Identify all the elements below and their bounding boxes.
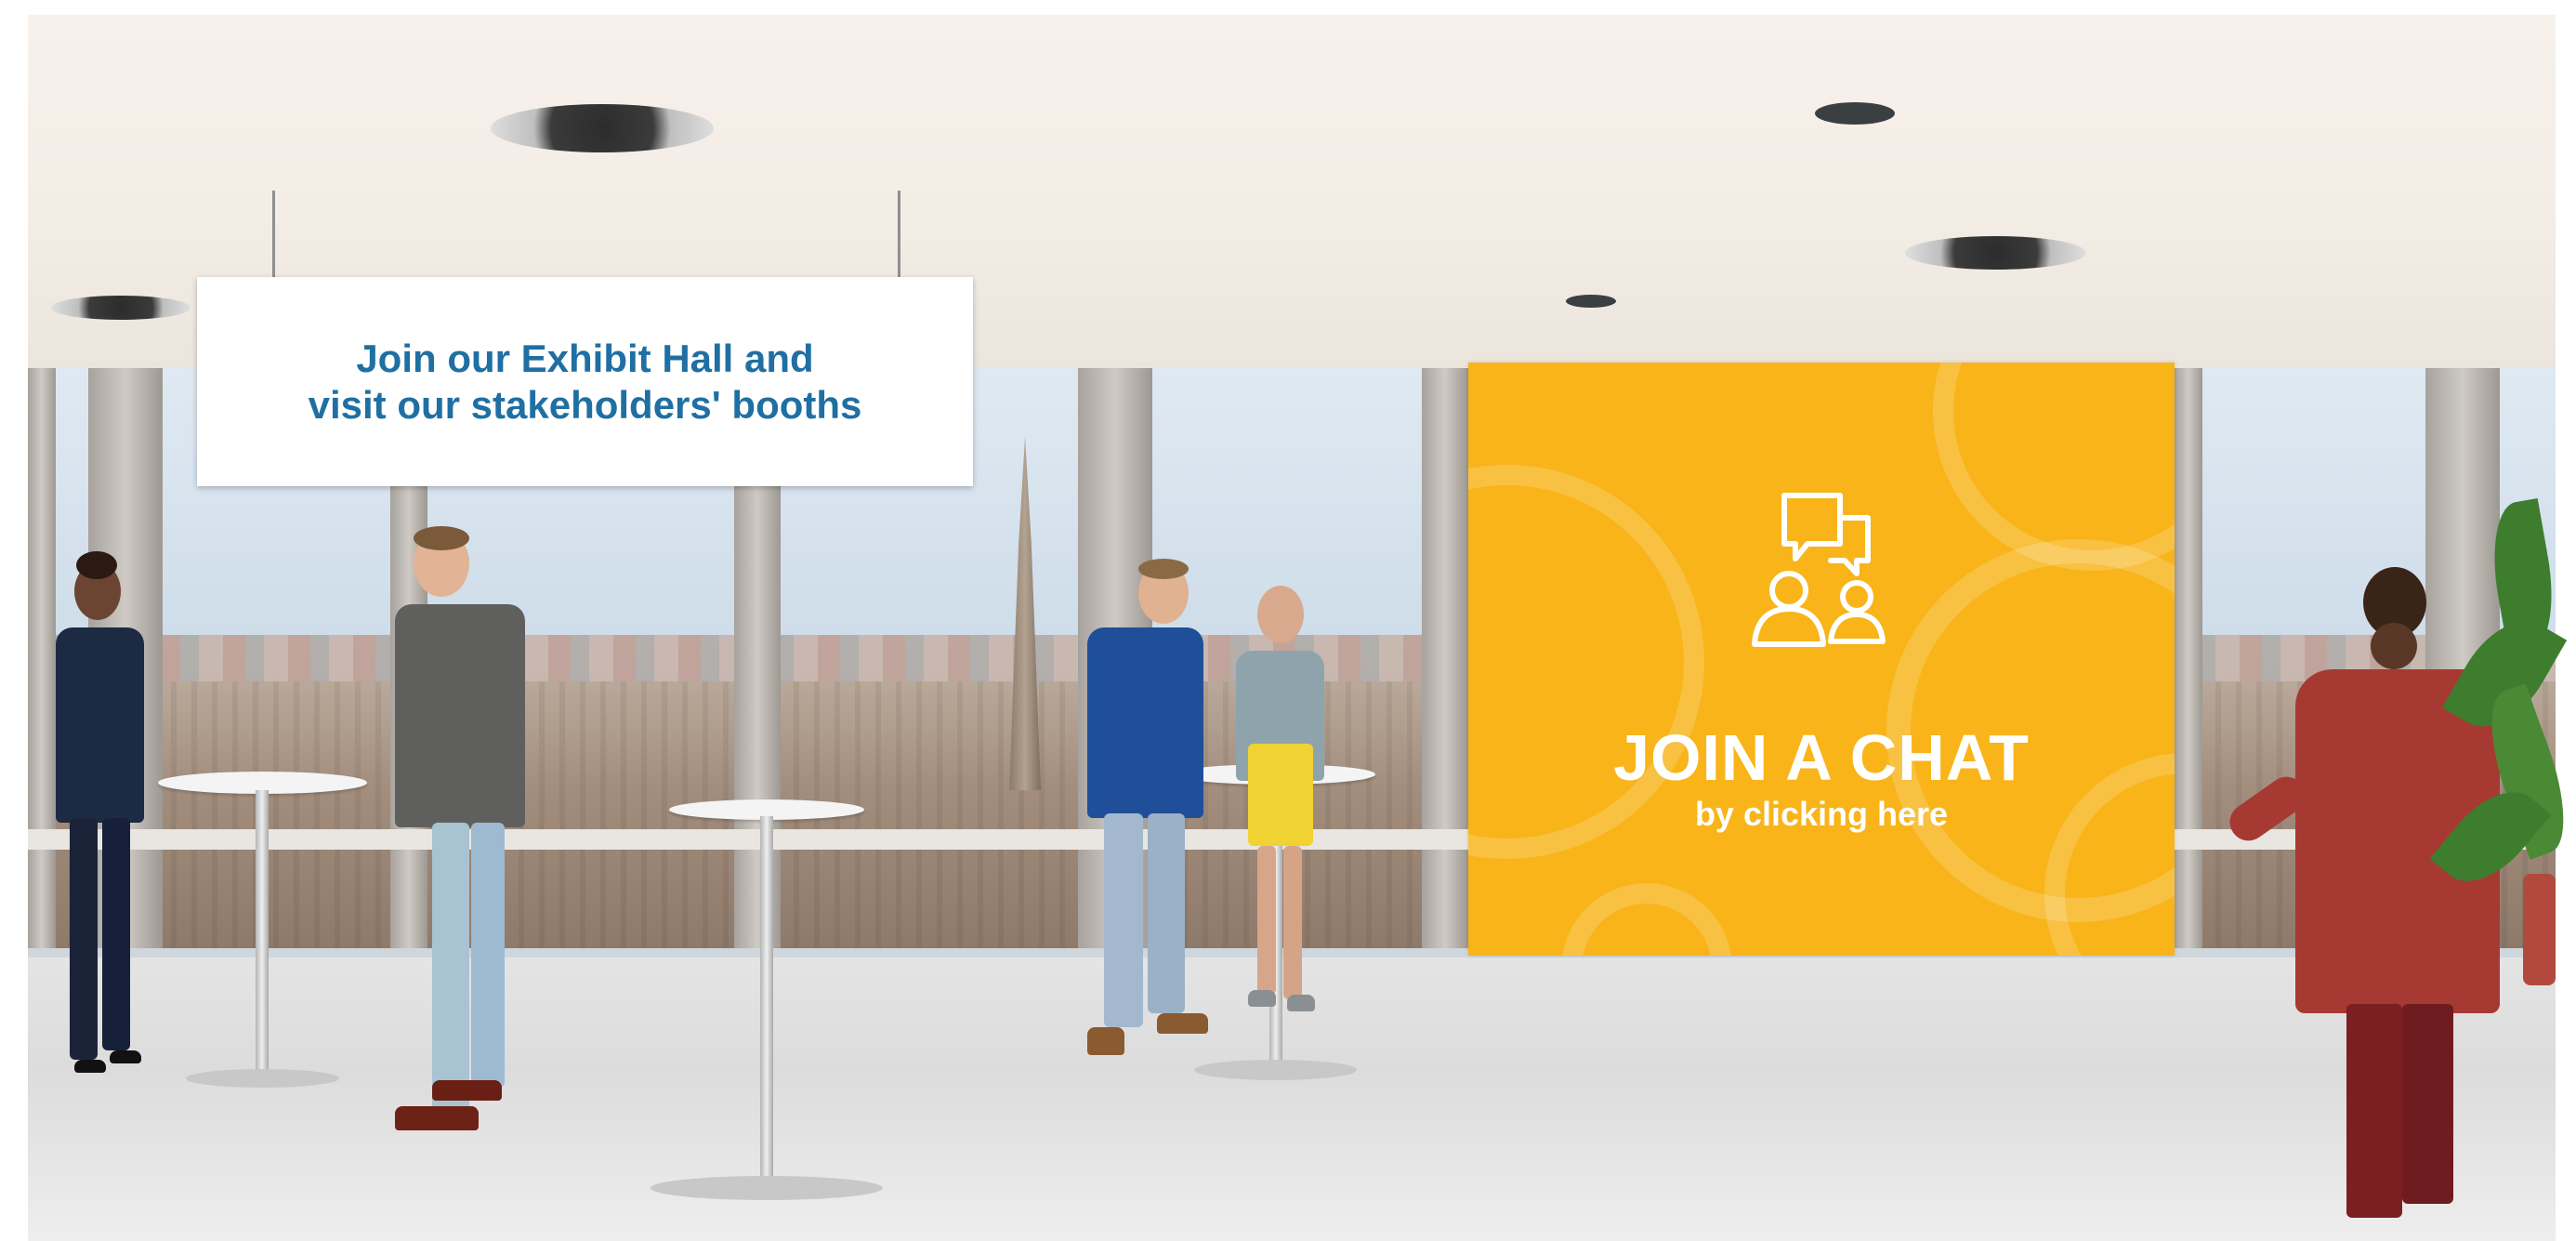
ceiling-vent <box>51 296 191 320</box>
join-chat-board[interactable]: JOIN A CHAT by clicking here <box>1468 363 2175 956</box>
chat-board-subtitle: by clicking here <box>1694 795 1949 833</box>
ceiling-vent <box>1905 236 2086 270</box>
board-decoration <box>1561 883 1732 956</box>
table-post <box>256 790 269 1078</box>
potted-plant <box>2429 498 2576 985</box>
window-mullion <box>1422 367 1468 948</box>
ceiling-vent <box>491 104 714 152</box>
sign-wire <box>272 191 275 277</box>
table-post <box>760 816 773 1188</box>
table-base <box>1194 1060 1357 1080</box>
ceiling-spotlight <box>1566 295 1616 308</box>
person-man-blue-blazer <box>1078 559 1208 1055</box>
board-decoration <box>1933 363 2175 571</box>
person-man-grey-blazer <box>367 526 544 1143</box>
exhibit-sign-line-2: visit our stakeholders' booths <box>308 382 862 427</box>
chat-people-icon <box>1738 488 1900 651</box>
person-woman-navy-suit <box>37 551 158 1106</box>
window-mullion <box>2175 367 2202 948</box>
exhibit-hall-sign[interactable]: Join our Exhibit Hall and visit our stak… <box>197 277 973 486</box>
table-base <box>651 1176 883 1200</box>
ceiling-spotlight <box>1815 102 1895 125</box>
sign-wire <box>898 191 900 277</box>
chat-board-title: JOIN A CHAT <box>1613 721 2030 794</box>
virtual-lobby-scene: Join our Exhibit Hall and visit our stak… <box>0 0 2576 1241</box>
person-woman-yellow-dress <box>1222 580 1334 1018</box>
exhibit-sign-line-1: Join our Exhibit Hall and <box>356 336 814 380</box>
table-base <box>186 1069 339 1088</box>
